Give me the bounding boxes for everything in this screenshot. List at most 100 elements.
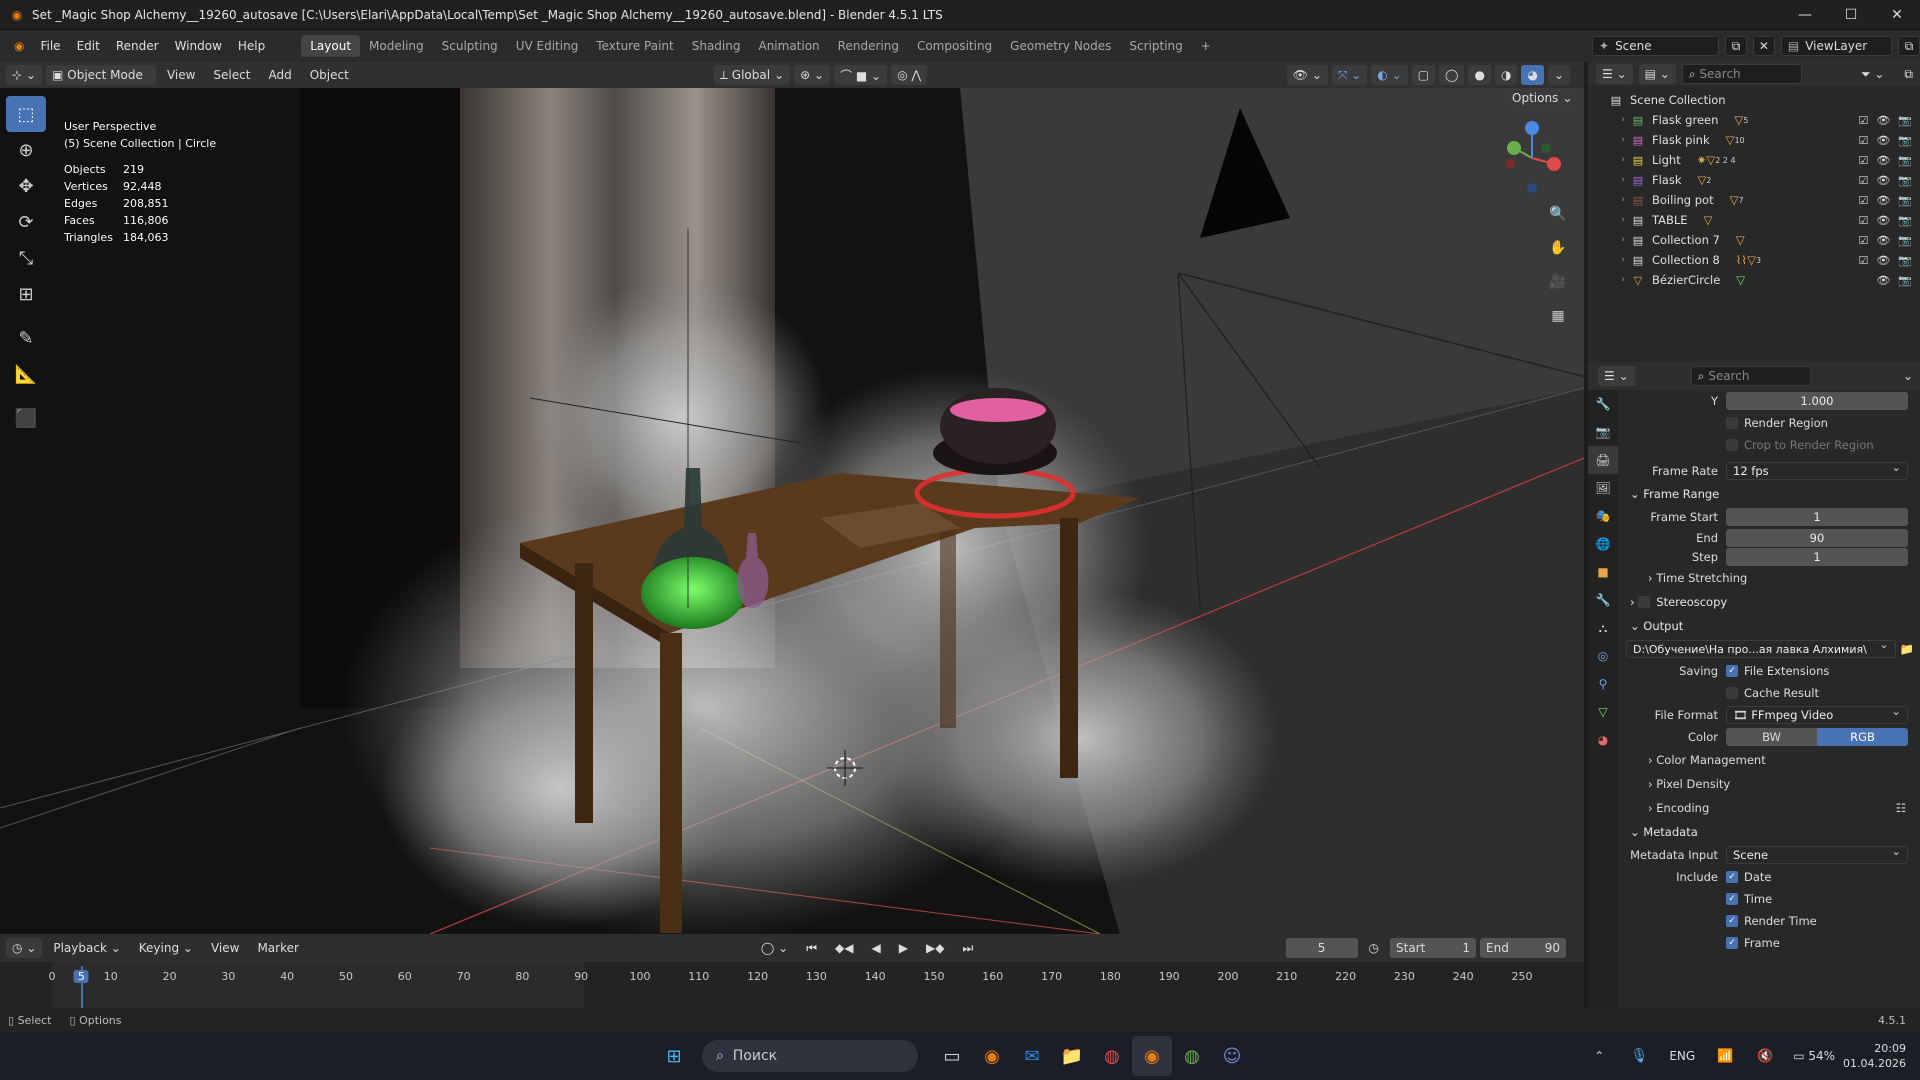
outliner-item[interactable]: › ▤ Collection 7 ▽ ☑ 👁 📷 <box>1588 230 1920 250</box>
chevron-right-icon[interactable]: › <box>1616 115 1630 125</box>
maximize-button[interactable]: ☐ <box>1828 0 1874 30</box>
battery-indicator[interactable]: ▭ 54% <box>1793 1049 1835 1063</box>
viewport-options-button[interactable]: Options ⌄ <box>1506 88 1579 108</box>
crop-checkbox[interactable] <box>1726 439 1738 451</box>
eye-icon[interactable]: 👁 <box>1876 134 1890 147</box>
file-extensions-checkbox[interactable]: ✓ <box>1726 665 1738 677</box>
checkbox-icon[interactable]: ☑ <box>1858 214 1868 227</box>
microphone-icon[interactable]: 🎙 <box>1619 1036 1659 1076</box>
time-stretching-section[interactable]: › Time Stretching <box>1626 566 1920 590</box>
jump-keyframe-forward-icon[interactable]: ▶◆ <box>919 941 951 955</box>
chevron-up-icon[interactable]: ⌃ <box>1579 1036 1619 1076</box>
properties-editor-icon[interactable]: ☰ ⌄ <box>1598 366 1635 386</box>
timeline-menu-keying[interactable]: Keying ⌄ <box>132 941 200 955</box>
viewport-menu-object[interactable]: Object <box>303 68 356 82</box>
properties-search-input[interactable]: ⌕ Search <box>1690 366 1811 386</box>
pivot-icon[interactable]: ⊛ ⌄ <box>794 65 831 85</box>
particles-tab-icon[interactable]: ⛬ <box>1588 614 1618 642</box>
new-collection-icon[interactable]: ⧉ <box>1897 67 1920 82</box>
annotate-tool-icon[interactable]: ✎ <box>6 320 46 356</box>
new-scene-icon[interactable]: ⧉ <box>1725 36 1748 56</box>
color-rgb-button[interactable]: RGB <box>1817 728 1908 746</box>
material-tab-icon[interactable]: ◕ <box>1588 726 1618 754</box>
camera-icon[interactable]: 📷 <box>1898 174 1912 187</box>
measure-tool-icon[interactable]: 📐 <box>6 356 46 392</box>
eye-icon[interactable]: 👁 <box>1876 114 1890 127</box>
outliner-editor-icon[interactable]: ☰ ⌄ <box>1596 64 1633 84</box>
scale-tool-icon[interactable]: ⤡ <box>6 240 46 276</box>
volume-icon[interactable]: 🔇 <box>1745 1036 1785 1076</box>
blender-menu-icon[interactable]: ◉ <box>6 35 32 57</box>
outliner-item[interactable]: › ▽ BézierCircle ▽ 👁 📷 <box>1588 270 1920 290</box>
tab-modeling[interactable]: Modeling <box>360 35 433 57</box>
current-frame-field[interactable]: 5 <box>1285 938 1358 958</box>
editor-type-icon[interactable]: ⊹ ⌄ <box>6 65 42 85</box>
jump-start-icon[interactable]: ⏮ <box>799 941 824 956</box>
checkbox-icon[interactable]: ☑ <box>1858 114 1868 127</box>
metadata-section[interactable]: ⌄ Metadata <box>1626 820 1920 844</box>
frame-step-field[interactable]: 1 <box>1726 547 1908 566</box>
play-icon[interactable]: ▶ <box>892 941 915 955</box>
mode-selector[interactable]: ▣ Object Mode <box>45 65 156 85</box>
outliner-item[interactable]: › ▤ Collection 8 ⌇⌇▽ 3 ☑ 👁 📷 <box>1588 250 1920 270</box>
tab-layout[interactable]: Layout <box>301 35 361 57</box>
tab-rendering[interactable]: Rendering <box>829 35 908 57</box>
eye-icon[interactable]: 👁 <box>1876 234 1890 247</box>
time-checkbox[interactable]: ✓ <box>1726 893 1738 905</box>
chevron-right-icon[interactable]: › <box>1616 175 1630 185</box>
chevron-right-icon[interactable]: › <box>1616 135 1630 145</box>
filter-icon[interactable]: ⏷ ⌄ <box>1854 67 1891 82</box>
transform-tool-icon[interactable]: ⊞ <box>6 276 46 312</box>
render-tab-icon[interactable]: 📷 <box>1588 418 1618 446</box>
tab-texture-paint[interactable]: Texture Paint <box>587 35 682 57</box>
tab-animation[interactable]: Animation <box>749 35 828 57</box>
zoom-icon[interactable]: 🔍 <box>1544 200 1572 228</box>
file-format-dropdown[interactable]: 🎞 FFmpeg Video <box>1726 704 1908 724</box>
delete-scene-icon[interactable]: ✕ <box>1753 36 1775 56</box>
timeline-menu-view[interactable]: View <box>204 941 246 955</box>
eye-icon[interactable]: 👁 <box>1876 174 1890 187</box>
stereoscopy-checkbox[interactable] <box>1638 596 1651 608</box>
checkbox-icon[interactable]: ☑ <box>1858 174 1868 187</box>
display-mode-icon[interactable]: ▤ ⌄ <box>1638 64 1676 84</box>
eye-icon[interactable]: 👁 <box>1876 254 1890 267</box>
render-region-checkbox[interactable] <box>1726 417 1738 429</box>
metadata-input-dropdown[interactable]: Scene <box>1726 844 1908 864</box>
task-view-icon[interactable]: ▭ <box>932 1036 972 1076</box>
windows-start-icon[interactable]: ⊞ <box>654 1036 694 1076</box>
viewport-menu-add[interactable]: Add <box>261 68 298 82</box>
ortho-grid-icon[interactable]: ▦ <box>1544 302 1572 330</box>
eye-icon[interactable]: 👁 <box>1876 194 1890 207</box>
viewport-menu-select[interactable]: Select <box>206 68 257 82</box>
eye-icon[interactable]: 👁 <box>1876 154 1890 167</box>
scene-tab-icon[interactable]: 🎭 <box>1588 502 1618 530</box>
camera-icon[interactable]: 📷 <box>1898 214 1912 227</box>
chevron-right-icon[interactable]: › <box>1616 275 1630 285</box>
tab-uv-editing[interactable]: UV Editing <box>507 35 588 57</box>
jump-keyframe-back-icon[interactable]: ◆◀ <box>828 941 860 955</box>
move-tool-icon[interactable]: ✥ <box>6 168 46 204</box>
physics-tab-icon[interactable]: ◎ <box>1588 642 1618 670</box>
eye-icon[interactable]: 👁 <box>1876 214 1890 227</box>
outlook-icon[interactable]: ✉ <box>1012 1036 1052 1076</box>
tab-sculpting[interactable]: Sculpting <box>433 35 507 57</box>
timeline-menu-playback[interactable]: Playback ⌄ <box>46 941 127 955</box>
outliner-root[interactable]: ▤ Scene Collection <box>1588 90 1920 110</box>
chrome-icon[interactable]: ◍ <box>1092 1036 1132 1076</box>
transform-orientation[interactable]: ⟂ Global ⌄ <box>713 65 791 85</box>
checkbox-icon[interactable]: ☑ <box>1858 254 1868 267</box>
jump-end-icon[interactable]: ⏭ <box>955 941 980 956</box>
menu-render[interactable]: Render <box>108 35 167 57</box>
discord-icon[interactable]: ☺ <box>1212 1036 1252 1076</box>
camera-icon[interactable]: 📷 <box>1898 234 1912 247</box>
chevron-right-icon[interactable]: › <box>1616 235 1630 245</box>
frame-end-field[interactable]: 90 <box>1726 528 1908 547</box>
shading-rendered-icon[interactable]: ◕ <box>1521 65 1544 85</box>
menu-file[interactable]: File <box>32 35 68 57</box>
outliner-item[interactable]: › ▤ TABLE ▽ ☑ 👁 📷 <box>1588 210 1920 230</box>
shading-material-icon[interactable]: ◑ <box>1494 65 1518 85</box>
visibility-icon[interactable]: 👁 ⌄ <box>1286 65 1328 85</box>
pan-hand-icon[interactable]: ✋ <box>1544 234 1572 262</box>
new-view-layer-icon[interactable]: ⧉ <box>1898 36 1920 56</box>
scene-selector[interactable]: ✦ Scene <box>1592 36 1720 56</box>
